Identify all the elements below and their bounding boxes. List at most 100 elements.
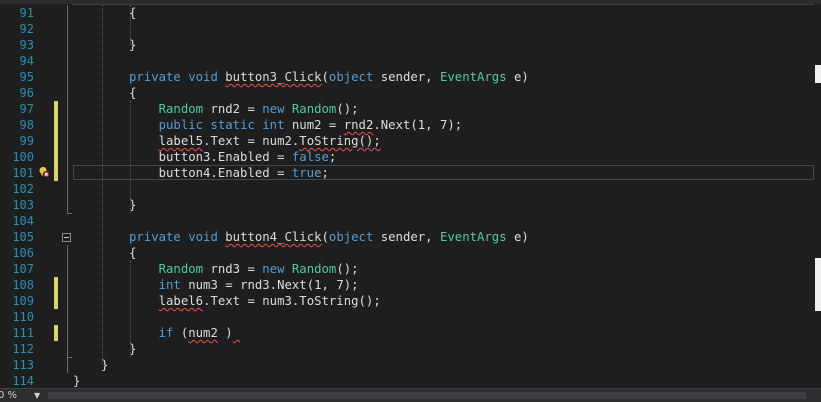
code-token: button4_Click <box>225 230 322 244</box>
scroll-marker <box>815 65 821 83</box>
code-line[interactable]: 107 Random rnd3 = new Random(); <box>0 261 821 277</box>
horizontal-scrollbar[interactable] <box>48 392 806 399</box>
code-text[interactable]: int num3 = rnd3.Next(1, 7); <box>129 277 359 293</box>
code-token: object <box>328 70 374 84</box>
zoom-dropdown-icon[interactable]: ▼ <box>34 390 40 402</box>
line-number: 108 <box>12 278 34 292</box>
line-number: 93 <box>19 38 34 52</box>
code-line[interactable]: 112} <box>0 341 821 357</box>
code-text[interactable]: { <box>129 245 136 261</box>
code-token: private <box>129 230 181 244</box>
code-token: label6 <box>158 294 204 308</box>
code-token: private <box>129 70 181 84</box>
scroll-marker <box>815 293 821 311</box>
code-token: Random <box>291 102 337 116</box>
lightbulb-error-icon[interactable] <box>38 166 50 178</box>
scroll-marker <box>815 258 821 276</box>
code-token: num2 <box>188 326 218 340</box>
code-line[interactable]: 92 <box>0 21 821 37</box>
code-token: EventArgs <box>439 70 507 84</box>
code-line[interactable]: 113} <box>0 357 821 373</box>
code-token: ) <box>217 326 233 340</box>
code-line[interactable]: 103} <box>0 197 821 213</box>
code-line[interactable]: 109 label6.Text = num3.ToString(); <box>0 293 821 309</box>
code-line[interactable]: 94 <box>0 53 821 69</box>
code-text[interactable]: Random rnd3 = new Random(); <box>129 261 359 277</box>
code-token: ( <box>173 326 189 340</box>
line-number: 112 <box>12 342 34 356</box>
code-line[interactable]: 97 Random rnd2 = new Random(); <box>0 101 821 117</box>
code-line[interactable]: 104 <box>0 213 821 229</box>
code-token: EventArgs <box>439 230 507 244</box>
zoom-level[interactable]: 0 % <box>0 390 17 402</box>
code-text[interactable]: button3.Enabled = false; <box>129 149 337 165</box>
line-number: 92 <box>19 22 34 36</box>
code-line[interactable]: 111 if (num2 ) <box>0 325 821 341</box>
code-text[interactable]: private void button3_Click(object sender… <box>129 69 529 85</box>
line-number: 96 <box>19 86 34 100</box>
code-line[interactable]: 100 button3.Enabled = false; <box>0 149 821 165</box>
code-token: sender, <box>373 230 440 244</box>
code-line[interactable]: 98 public static int num2 = rnd2.Next(1,… <box>0 117 821 133</box>
code-line[interactable]: 99 label5.Text = num2.ToString(); <box>0 133 821 149</box>
change-marker <box>54 293 58 309</box>
code-token: e) <box>506 70 529 84</box>
change-marker <box>54 149 58 165</box>
code-text[interactable]: label5.Text = num2.ToString(); <box>129 133 381 149</box>
fold-region-line <box>67 5 68 213</box>
code-token: num2 = <box>284 118 344 132</box>
code-token: void <box>188 70 218 84</box>
collapse-icon[interactable] <box>62 233 71 242</box>
change-marker <box>54 101 58 117</box>
line-number: 99 <box>19 134 34 148</box>
code-token: { <box>129 86 137 100</box>
code-text[interactable]: } <box>73 373 80 389</box>
code-line[interactable]: 108 int num3 = rnd3.Next(1, 7); <box>0 277 821 293</box>
vertical-scrollbar[interactable] <box>814 4 821 388</box>
line-number: 91 <box>19 6 34 20</box>
code-text[interactable]: { <box>129 85 136 101</box>
code-token: num3 = rnd3.Next(1, 7); <box>180 278 359 292</box>
code-token: rnd2 = <box>203 102 263 116</box>
code-token: .Text = num2. <box>203 134 300 148</box>
code-line[interactable]: 110 <box>0 309 821 325</box>
code-token: .Text = num3.ToString(); <box>203 294 381 308</box>
line-number: 113 <box>12 358 34 372</box>
code-line[interactable]: 106 { <box>0 245 821 261</box>
code-line[interactable]: 105 private void button4_Click(object sen… <box>0 229 821 245</box>
code-text[interactable]: public static int num2 = rnd2.Next(1, 7)… <box>129 117 463 133</box>
indent-guide <box>130 5 131 45</box>
line-number: 104 <box>12 214 34 228</box>
line-number: 111 <box>12 326 34 340</box>
code-line[interactable]: 93} <box>0 37 821 53</box>
code-text[interactable]: private void button4_Click(object sender… <box>129 229 529 245</box>
current-line-highlight <box>73 165 814 180</box>
code-token: object <box>328 230 374 244</box>
editor-status-bar: 0 % ▼ <box>0 388 821 402</box>
code-line[interactable]: 96 { <box>0 85 821 101</box>
code-line[interactable]: 102 <box>0 181 821 197</box>
code-token: Random <box>158 262 204 276</box>
code-token: sender, <box>373 70 440 84</box>
code-token: ( <box>321 230 329 244</box>
line-number: 106 <box>12 246 34 260</box>
code-text[interactable]: Random rnd2 = new Random(); <box>129 101 359 117</box>
code-token: label5 <box>158 134 204 148</box>
code-line[interactable]: 95 private void button3_Click(object send… <box>0 69 821 85</box>
line-number: 100 <box>12 150 34 164</box>
code-token: { <box>129 246 137 260</box>
code-token: ; <box>328 150 337 164</box>
code-line[interactable]: 114} <box>0 373 821 389</box>
code-token: Random <box>158 102 204 116</box>
code-text[interactable]: label6.Text = num3.ToString(); <box>129 293 381 309</box>
line-number: 101 <box>12 166 34 180</box>
code-token: button3_Click <box>225 70 322 84</box>
code-text[interactable]: if (num2 ) <box>129 325 240 341</box>
code-line[interactable]: 91{ <box>0 5 821 21</box>
line-number: 98 <box>19 118 34 132</box>
